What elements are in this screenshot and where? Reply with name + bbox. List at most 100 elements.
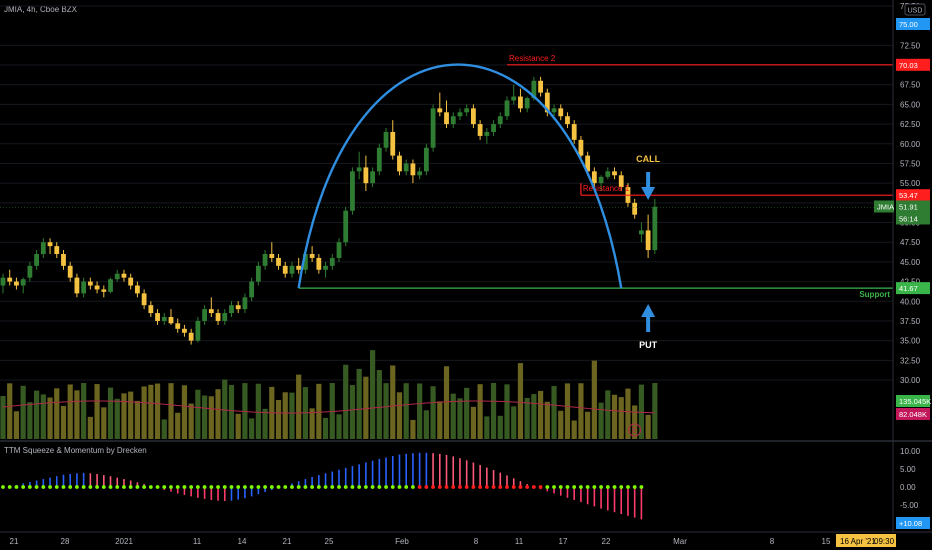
squeeze-dot	[612, 485, 617, 489]
squeeze-dot	[491, 485, 496, 489]
candle-body	[309, 254, 315, 258]
squeeze-dot	[605, 485, 610, 489]
squeeze-dot	[505, 485, 509, 489]
squeeze-dot	[370, 485, 375, 489]
volume-bar	[282, 392, 288, 439]
squeeze-dot	[525, 485, 530, 489]
squeeze-dot	[95, 485, 99, 489]
time-tick-label: 22	[602, 537, 611, 546]
volume-bar	[87, 416, 93, 439]
squeeze-dot	[209, 485, 214, 489]
candle-body	[27, 265, 33, 278]
volume-bar	[470, 406, 476, 439]
volume-bar	[175, 412, 181, 439]
candle-body	[229, 305, 234, 314]
volume-bar	[94, 384, 100, 439]
squeeze-dot	[135, 485, 140, 489]
squeeze-dot	[276, 485, 281, 489]
volume-bar	[558, 410, 564, 439]
candle-body	[141, 293, 147, 306]
squeeze-dot	[243, 485, 247, 489]
squeeze-dot	[357, 485, 362, 489]
price-tick-label: 47.50	[900, 238, 921, 247]
squeeze-dot	[579, 485, 583, 489]
ticker-tag: JMIA	[877, 202, 894, 211]
candle-body	[403, 163, 409, 172]
candle-body	[235, 305, 241, 310]
time-tick-label: 15	[822, 537, 831, 546]
squeeze-dot	[54, 485, 59, 489]
candle-body	[605, 171, 611, 177]
indicator-title[interactable]: TTM Squeeze & Momentum by Drecken	[4, 446, 147, 455]
candle-body	[484, 131, 490, 136]
squeeze-dot	[222, 485, 227, 489]
squeeze-dot	[175, 485, 180, 489]
squeeze-dot	[128, 485, 133, 489]
price-tick-label: 65.00	[900, 100, 921, 109]
volume-bar	[181, 385, 188, 439]
candle-body	[336, 242, 342, 258]
candle-body	[370, 171, 375, 184]
time-tick-label: 2021	[115, 537, 133, 546]
price-tick-label: 30.00	[900, 376, 921, 385]
squeeze-dot	[565, 485, 570, 489]
volume-bar	[134, 400, 140, 439]
osc-tick-label: 0.00	[900, 483, 916, 492]
volume-bar	[228, 384, 235, 439]
candle-body	[94, 285, 100, 290]
candle-body	[497, 116, 503, 125]
candle-body	[397, 155, 402, 172]
volume-bar	[396, 392, 403, 439]
candle-body	[255, 265, 261, 282]
candle-body	[81, 281, 87, 294]
volume-bar	[370, 350, 376, 439]
squeeze-dot	[290, 485, 294, 489]
price-chart[interactable]: JMIA, 4h, Cboe BZX Resistance 2 Resistan…	[0, 0, 932, 550]
price-tick-label: 62.50	[900, 120, 921, 129]
squeeze-dot	[632, 485, 637, 489]
candle-body	[491, 124, 496, 132]
squeeze-dot	[7, 485, 12, 489]
candle-body	[114, 273, 120, 280]
squeeze-dot	[48, 485, 52, 489]
candle-body	[202, 309, 207, 321]
time-tick-label: Feb	[395, 537, 409, 546]
support-label: Support	[859, 290, 890, 299]
candle-body	[571, 124, 577, 140]
support-tag: 41.67	[899, 284, 918, 293]
candle-body	[14, 281, 19, 286]
volume-bar	[13, 411, 20, 439]
candle-body	[128, 277, 134, 286]
price-tick-label: 67.50	[900, 81, 921, 90]
candle-body	[249, 281, 255, 298]
volume-bar	[538, 390, 544, 439]
squeeze-dot	[310, 485, 315, 489]
candle-body	[457, 112, 463, 117]
squeeze-dot	[303, 485, 308, 489]
volume-bar	[296, 374, 302, 439]
squeeze-dot	[558, 485, 563, 489]
volume-bar	[316, 383, 322, 439]
candle-body	[652, 206, 658, 251]
squeeze-dot	[464, 485, 469, 489]
candle-body	[444, 112, 449, 125]
candle-body	[262, 254, 268, 266]
candle-body	[101, 289, 107, 292]
earnings-badge-label: E	[632, 426, 637, 435]
squeeze-dot	[142, 485, 147, 489]
candle-body	[471, 108, 476, 125]
squeeze-dot	[216, 485, 220, 489]
volume-bar	[107, 387, 114, 439]
squeeze-dot	[263, 485, 267, 489]
squeeze-dot	[384, 485, 388, 489]
time-tick-label: 28	[61, 537, 70, 546]
volume-bar	[511, 406, 517, 439]
squeeze-dot	[585, 485, 590, 489]
squeeze-dot	[75, 485, 79, 489]
candle-body	[108, 279, 113, 292]
volume-bar	[477, 384, 483, 439]
squeeze-dot	[316, 485, 321, 489]
volume-bar	[114, 398, 120, 439]
squeeze-dot	[155, 485, 160, 489]
resistance-2-tag: 70.03	[899, 61, 918, 70]
